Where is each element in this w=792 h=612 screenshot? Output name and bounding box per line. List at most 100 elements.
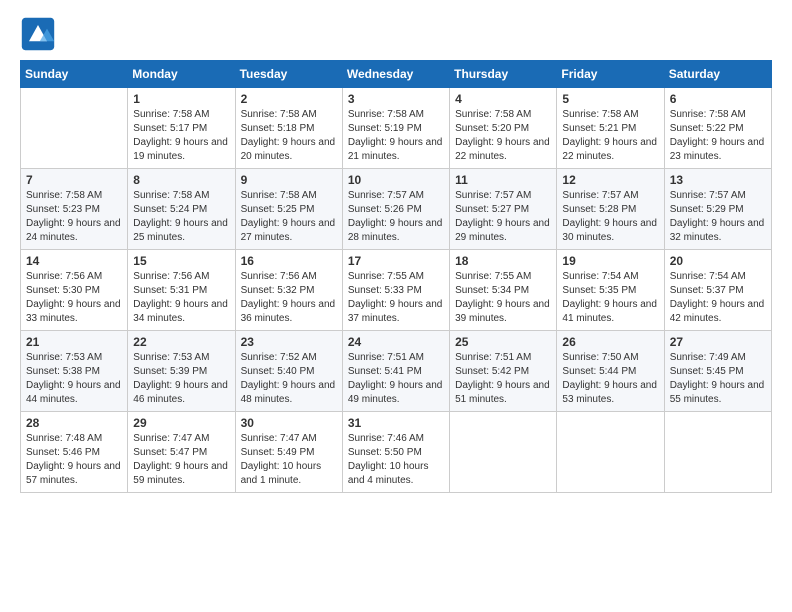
day-number: 19 [562,254,658,268]
day-cell: 31 Sunrise: 7:46 AM Sunset: 5:50 PM Dayl… [342,412,449,493]
day-cell: 19 Sunrise: 7:54 AM Sunset: 5:35 PM Dayl… [557,250,664,331]
day-number: 29 [133,416,229,430]
day-number: 14 [26,254,122,268]
day-cell: 5 Sunrise: 7:58 AM Sunset: 5:21 PM Dayli… [557,88,664,169]
day-cell: 16 Sunrise: 7:56 AM Sunset: 5:32 PM Dayl… [235,250,342,331]
day-cell: 13 Sunrise: 7:57 AM Sunset: 5:29 PM Dayl… [664,169,771,250]
day-cell: 25 Sunrise: 7:51 AM Sunset: 5:42 PM Dayl… [450,331,557,412]
day-number: 4 [455,92,551,106]
day-info: Sunrise: 7:53 AM Sunset: 5:39 PM Dayligh… [133,351,229,407]
day-cell: 3 Sunrise: 7:58 AM Sunset: 5:19 PM Dayli… [342,88,449,169]
day-info: Sunrise: 7:58 AM Sunset: 5:19 PM Dayligh… [348,108,444,164]
day-number: 8 [133,173,229,187]
day-info: Sunrise: 7:47 AM Sunset: 5:49 PM Dayligh… [241,432,337,488]
day-info: Sunrise: 7:57 AM Sunset: 5:26 PM Dayligh… [348,189,444,245]
day-info: Sunrise: 7:50 AM Sunset: 5:44 PM Dayligh… [562,351,658,407]
day-number: 3 [348,92,444,106]
logo [20,16,60,52]
day-header-tuesday: Tuesday [235,61,342,88]
logo-icon [20,16,56,52]
day-cell: 29 Sunrise: 7:47 AM Sunset: 5:47 PM Dayl… [128,412,235,493]
day-number: 12 [562,173,658,187]
day-info: Sunrise: 7:56 AM Sunset: 5:30 PM Dayligh… [26,270,122,326]
day-number: 22 [133,335,229,349]
day-info: Sunrise: 7:51 AM Sunset: 5:42 PM Dayligh… [455,351,551,407]
week-row-3: 14 Sunrise: 7:56 AM Sunset: 5:30 PM Dayl… [21,250,772,331]
week-row-5: 28 Sunrise: 7:48 AM Sunset: 5:46 PM Dayl… [21,412,772,493]
day-info: Sunrise: 7:58 AM Sunset: 5:18 PM Dayligh… [241,108,337,164]
day-cell: 6 Sunrise: 7:58 AM Sunset: 5:22 PM Dayli… [664,88,771,169]
day-number: 26 [562,335,658,349]
day-number: 23 [241,335,337,349]
day-cell: 26 Sunrise: 7:50 AM Sunset: 5:44 PM Dayl… [557,331,664,412]
day-cell: 21 Sunrise: 7:53 AM Sunset: 5:38 PM Dayl… [21,331,128,412]
day-header-monday: Monday [128,61,235,88]
day-header-thursday: Thursday [450,61,557,88]
day-info: Sunrise: 7:49 AM Sunset: 5:45 PM Dayligh… [670,351,766,407]
day-cell: 2 Sunrise: 7:58 AM Sunset: 5:18 PM Dayli… [235,88,342,169]
day-cell: 1 Sunrise: 7:58 AM Sunset: 5:17 PM Dayli… [128,88,235,169]
day-cell: 28 Sunrise: 7:48 AM Sunset: 5:46 PM Dayl… [21,412,128,493]
day-info: Sunrise: 7:53 AM Sunset: 5:38 PM Dayligh… [26,351,122,407]
day-info: Sunrise: 7:58 AM Sunset: 5:23 PM Dayligh… [26,189,122,245]
calendar: SundayMondayTuesdayWednesdayThursdayFrid… [20,60,772,493]
day-number: 6 [670,92,766,106]
day-number: 18 [455,254,551,268]
day-info: Sunrise: 7:57 AM Sunset: 5:29 PM Dayligh… [670,189,766,245]
day-cell: 23 Sunrise: 7:52 AM Sunset: 5:40 PM Dayl… [235,331,342,412]
day-cell: 14 Sunrise: 7:56 AM Sunset: 5:30 PM Dayl… [21,250,128,331]
day-header-sunday: Sunday [21,61,128,88]
day-number: 9 [241,173,337,187]
day-number: 1 [133,92,229,106]
day-number: 20 [670,254,766,268]
day-cell: 18 Sunrise: 7:55 AM Sunset: 5:34 PM Dayl… [450,250,557,331]
day-info: Sunrise: 7:58 AM Sunset: 5:17 PM Dayligh… [133,108,229,164]
day-cell: 30 Sunrise: 7:47 AM Sunset: 5:49 PM Dayl… [235,412,342,493]
day-info: Sunrise: 7:57 AM Sunset: 5:27 PM Dayligh… [455,189,551,245]
day-info: Sunrise: 7:51 AM Sunset: 5:41 PM Dayligh… [348,351,444,407]
day-cell: 11 Sunrise: 7:57 AM Sunset: 5:27 PM Dayl… [450,169,557,250]
day-cell: 22 Sunrise: 7:53 AM Sunset: 5:39 PM Dayl… [128,331,235,412]
day-number: 21 [26,335,122,349]
day-info: Sunrise: 7:58 AM Sunset: 5:21 PM Dayligh… [562,108,658,164]
day-cell: 15 Sunrise: 7:56 AM Sunset: 5:31 PM Dayl… [128,250,235,331]
day-cell [557,412,664,493]
day-cell: 8 Sunrise: 7:58 AM Sunset: 5:24 PM Dayli… [128,169,235,250]
day-number: 15 [133,254,229,268]
day-number: 11 [455,173,551,187]
day-cell: 9 Sunrise: 7:58 AM Sunset: 5:25 PM Dayli… [235,169,342,250]
day-info: Sunrise: 7:58 AM Sunset: 5:22 PM Dayligh… [670,108,766,164]
day-number: 31 [348,416,444,430]
day-number: 13 [670,173,766,187]
header [20,16,772,52]
day-number: 5 [562,92,658,106]
day-cell: 17 Sunrise: 7:55 AM Sunset: 5:33 PM Dayl… [342,250,449,331]
day-cell: 24 Sunrise: 7:51 AM Sunset: 5:41 PM Dayl… [342,331,449,412]
day-info: Sunrise: 7:55 AM Sunset: 5:33 PM Dayligh… [348,270,444,326]
day-cell: 27 Sunrise: 7:49 AM Sunset: 5:45 PM Dayl… [664,331,771,412]
day-info: Sunrise: 7:58 AM Sunset: 5:25 PM Dayligh… [241,189,337,245]
day-info: Sunrise: 7:56 AM Sunset: 5:31 PM Dayligh… [133,270,229,326]
day-info: Sunrise: 7:57 AM Sunset: 5:28 PM Dayligh… [562,189,658,245]
day-cell [450,412,557,493]
day-number: 10 [348,173,444,187]
day-header-saturday: Saturday [664,61,771,88]
day-number: 30 [241,416,337,430]
day-cell [664,412,771,493]
day-number: 17 [348,254,444,268]
header-row: SundayMondayTuesdayWednesdayThursdayFrid… [21,61,772,88]
day-number: 24 [348,335,444,349]
day-info: Sunrise: 7:48 AM Sunset: 5:46 PM Dayligh… [26,432,122,488]
day-info: Sunrise: 7:58 AM Sunset: 5:24 PM Dayligh… [133,189,229,245]
day-info: Sunrise: 7:58 AM Sunset: 5:20 PM Dayligh… [455,108,551,164]
day-info: Sunrise: 7:52 AM Sunset: 5:40 PM Dayligh… [241,351,337,407]
page-container: SundayMondayTuesdayWednesdayThursdayFrid… [0,0,792,503]
day-header-wednesday: Wednesday [342,61,449,88]
day-info: Sunrise: 7:47 AM Sunset: 5:47 PM Dayligh… [133,432,229,488]
day-info: Sunrise: 7:56 AM Sunset: 5:32 PM Dayligh… [241,270,337,326]
week-row-1: 1 Sunrise: 7:58 AM Sunset: 5:17 PM Dayli… [21,88,772,169]
day-cell: 10 Sunrise: 7:57 AM Sunset: 5:26 PM Dayl… [342,169,449,250]
day-info: Sunrise: 7:46 AM Sunset: 5:50 PM Dayligh… [348,432,444,488]
day-number: 16 [241,254,337,268]
day-number: 2 [241,92,337,106]
